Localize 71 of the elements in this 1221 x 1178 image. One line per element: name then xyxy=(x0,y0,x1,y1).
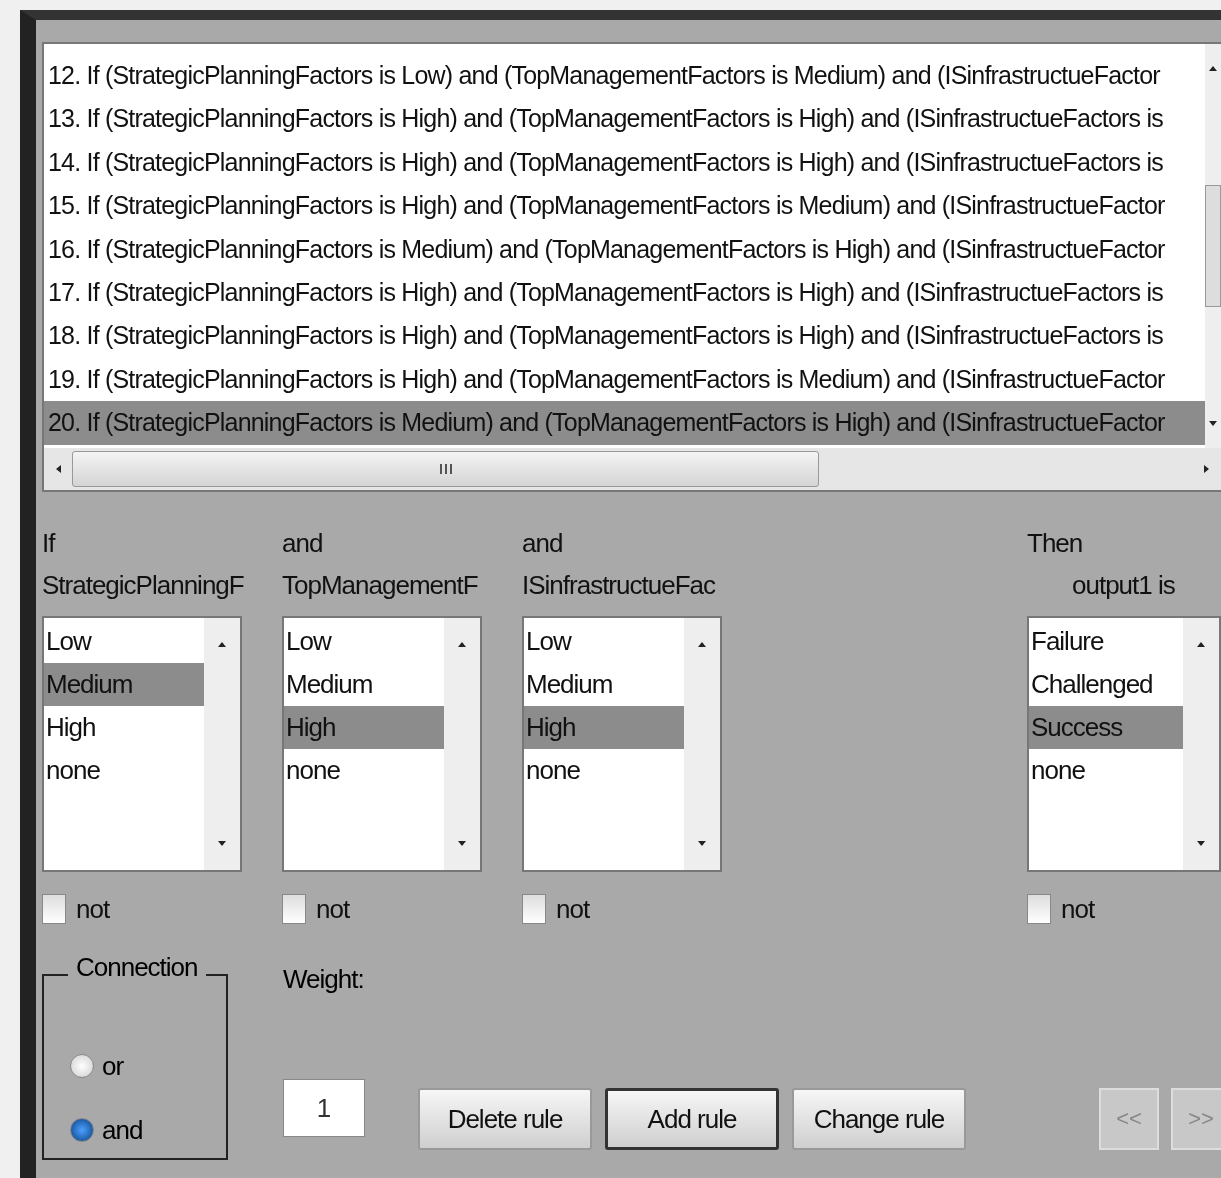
list-item[interactable]: Failure xyxy=(1029,620,1183,663)
scroll-down-icon[interactable] xyxy=(697,840,707,848)
list-item[interactable]: none xyxy=(1029,749,1183,792)
list-item[interactable]: Low xyxy=(524,620,684,663)
rule-button[interactable]: Delete rule xyxy=(418,1088,592,1150)
scroll-up-icon[interactable] xyxy=(457,640,467,648)
list-item[interactable]: Challenged xyxy=(1029,663,1183,706)
list-item[interactable]: High xyxy=(44,706,204,749)
list-item[interactable]: High xyxy=(524,706,684,749)
list-item[interactable]: none xyxy=(524,749,684,792)
checkbox[interactable] xyxy=(522,894,546,924)
rule-item[interactable]: 19. If (StrategicPlanningFactors is High) and (TopManagementFactors is Medium) and (ISinfrastructueFactor xyxy=(44,357,1205,402)
scroll-up-icon[interactable] xyxy=(217,640,227,648)
rule-item[interactable]: 14. If (StrategicPlanningFactors is High) and (TopManagementFactors is High) and (ISinfrastructueFactors is xyxy=(44,140,1205,185)
weight-field[interactable]: 1 xyxy=(283,1079,365,1137)
list-item[interactable]: Low xyxy=(284,620,444,663)
rule-item[interactable]: 20. If (StrategicPlanningFactors is Medium) and (TopManagementFactors is High) and (ISinfrastructueFactor xyxy=(44,401,1205,445)
list-item[interactable]: Success xyxy=(1029,706,1183,749)
radio-label: or xyxy=(102,1050,124,1082)
scroll-up-icon[interactable] xyxy=(697,640,707,648)
variable-label: TopManagementF xyxy=(282,569,479,602)
not-label: not xyxy=(556,893,590,926)
radio-button[interactable] xyxy=(70,1054,94,1078)
list-item[interactable]: Low xyxy=(44,620,204,663)
scroll-down-icon[interactable] xyxy=(1208,420,1218,428)
checkbox[interactable] xyxy=(1027,894,1051,924)
rules-list[interactable] xyxy=(42,42,1221,492)
membership-list[interactable]: Low Medium High none xyxy=(522,616,722,872)
rule-item[interactable]: 15. If (StrategicPlanningFactors is High) and (TopManagementFactors is Medium) and (ISinfrastructueFactor xyxy=(44,184,1205,228)
grip-icon xyxy=(438,463,453,475)
rule-item[interactable]: 12. If (StrategicPlanningFactors is Low) and (TopManagementFactors is Medium) and (ISinfrastructueFactor xyxy=(44,54,1205,98)
radio-button[interactable] xyxy=(70,1118,94,1142)
not-label: not xyxy=(76,893,110,926)
list-item[interactable]: Medium xyxy=(284,663,444,706)
scroll-left-icon[interactable] xyxy=(54,464,62,474)
connective-label: Then xyxy=(1027,527,1084,560)
variable-label: StrategicPlanningF xyxy=(42,569,242,602)
variable-label: output1 is xyxy=(1071,569,1176,602)
scroll-up-icon[interactable] xyxy=(1196,640,1206,648)
list-item[interactable]: none xyxy=(44,749,204,792)
membership-list[interactable]: Low Medium High none xyxy=(282,616,482,872)
scroll-up-icon[interactable] xyxy=(1208,64,1218,72)
rule-item[interactable]: 17. If (StrategicPlanningFactors is High) and (TopManagementFactors is High) and (ISinfrastructueFactors is xyxy=(44,270,1205,315)
rule-item[interactable]: 18. If (StrategicPlanningFactors is High) and (TopManagementFactors is High) and (ISinfrastructueFactors is xyxy=(44,314,1205,358)
weight-label: Weight: xyxy=(283,964,365,996)
vertical-scrollbar[interactable] xyxy=(1205,44,1221,448)
connective-label: If xyxy=(42,527,57,560)
checkbox[interactable] xyxy=(282,894,306,924)
connective-label: and xyxy=(282,527,324,560)
list-item[interactable]: Medium xyxy=(524,663,684,706)
not-label: not xyxy=(316,893,350,926)
list-item[interactable]: High xyxy=(284,706,444,749)
variable-label: ISinfrastructueFac xyxy=(522,569,716,602)
scroll-down-icon[interactable] xyxy=(217,840,227,848)
not-label: not xyxy=(1061,893,1095,926)
membership-list[interactable]: Low Medium High none xyxy=(42,616,242,872)
scroll-down-icon[interactable] xyxy=(457,840,467,848)
rule-item[interactable]: 16. If (StrategicPlanningFactors is Medium) and (TopManagementFactors is High) and (ISinfrastructueFactor xyxy=(44,227,1205,271)
rule-button[interactable]: Add rule xyxy=(605,1088,779,1150)
list-item[interactable]: none xyxy=(284,749,444,792)
horizontal-scrollbar[interactable] xyxy=(44,448,1221,490)
radio-label: and xyxy=(102,1114,143,1146)
scroll-down-icon[interactable] xyxy=(1196,840,1206,848)
rule-item[interactable]: 13. If (StrategicPlanningFactors is High) and (TopManagementFactors is High) and (ISinfrastructueFactors is xyxy=(44,97,1205,141)
connective-label: and xyxy=(522,527,564,560)
rule-button[interactable]: Change rule xyxy=(792,1088,966,1150)
checkbox[interactable] xyxy=(42,894,66,924)
list-item[interactable]: Medium xyxy=(44,663,204,706)
membership-list[interactable]: Failure Challenged Success none xyxy=(1027,616,1221,872)
scrollbar-thumb[interactable] xyxy=(72,451,819,487)
scroll-right-icon[interactable] xyxy=(1203,464,1211,474)
